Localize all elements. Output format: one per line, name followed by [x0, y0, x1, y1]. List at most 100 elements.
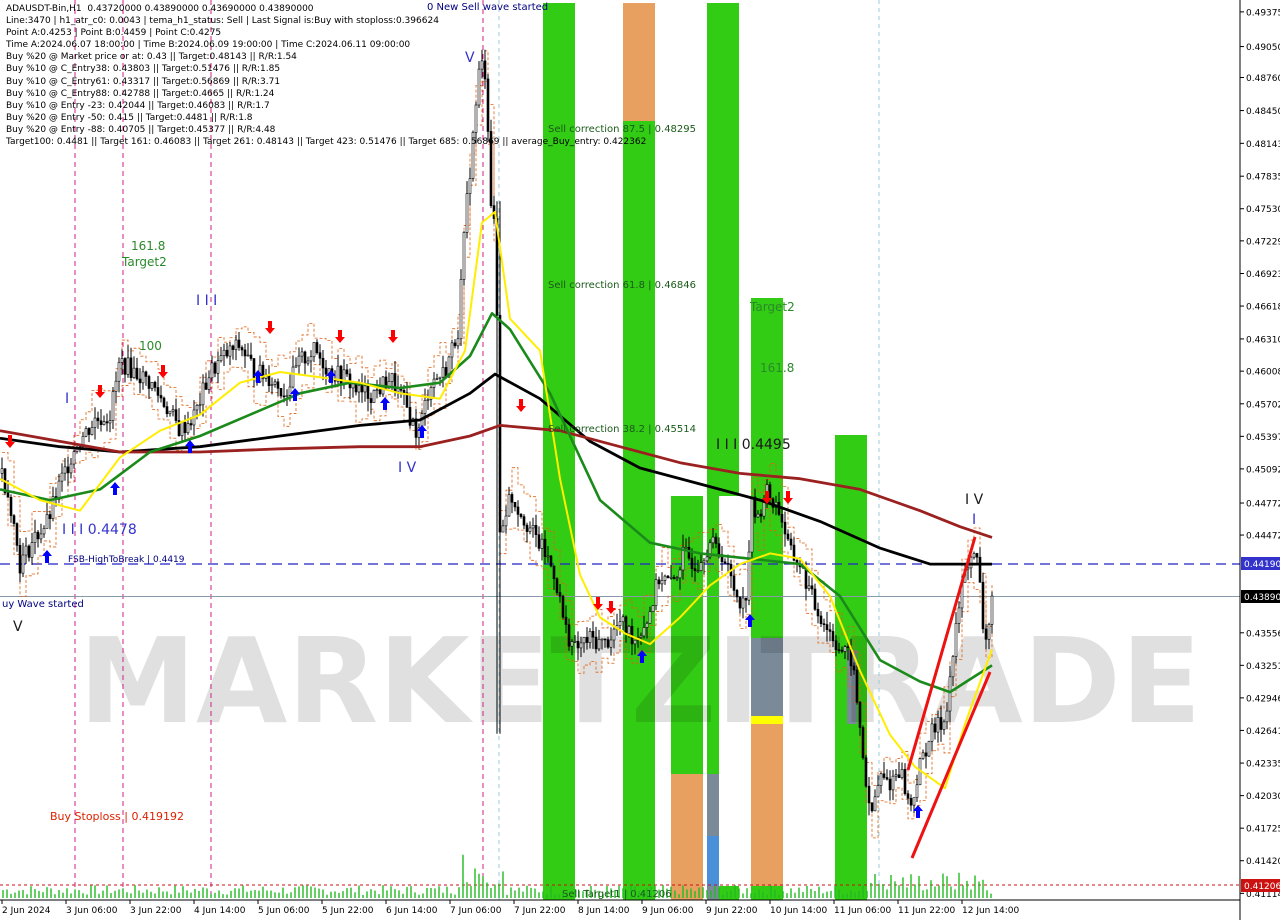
candle-body: [882, 773, 886, 778]
candle-body: [828, 629, 832, 632]
fib-1618-right: 161.8: [760, 361, 794, 375]
candle-body: [621, 616, 625, 623]
candle-body: [930, 723, 934, 742]
candle-body: [735, 590, 739, 598]
candle-body: [744, 597, 748, 601]
candle-body: [873, 796, 877, 812]
candle-body: [924, 752, 928, 757]
candle-body: [150, 381, 154, 389]
time-tick-label: 10 Jun 14:00: [770, 906, 827, 916]
candle-body: [234, 339, 238, 350]
candle-body: [99, 420, 103, 425]
candle-body: [312, 342, 316, 358]
candle-body: [549, 555, 553, 567]
sell-correction-875-label: Sell correction 87.5 | 0.48295: [548, 124, 696, 135]
candle-body: [576, 640, 580, 649]
candle-body: [138, 378, 142, 384]
price-tick-label: 0.47229: [1246, 237, 1280, 247]
candle-body: [159, 395, 163, 399]
candle-body: [942, 721, 946, 730]
candle-body: [876, 785, 880, 798]
candle-body: [525, 524, 529, 532]
candle-body: [342, 369, 346, 385]
candle-body: [483, 60, 487, 80]
candle-body: [831, 631, 835, 642]
candle-body: [30, 542, 34, 558]
candle-body: [936, 717, 940, 733]
candle-body: [738, 596, 742, 609]
candle-body: [717, 543, 721, 555]
candle-body: [870, 802, 874, 812]
candle-body: [66, 466, 70, 474]
candle-body: [153, 381, 157, 388]
candle-body: [126, 357, 130, 375]
candle-body: [921, 752, 925, 759]
price-tick-label: 0.42946: [1246, 694, 1280, 704]
candle-body: [861, 727, 865, 759]
candle-body: [816, 609, 820, 617]
candle-body: [852, 665, 856, 671]
candle-body: [624, 616, 628, 635]
candle-body: [21, 554, 25, 574]
candle-body: [555, 578, 559, 593]
candle-body: [885, 777, 889, 780]
candle-body: [15, 523, 19, 546]
candle-body: [270, 384, 274, 386]
candle-body: [978, 556, 982, 583]
wave-v-top-label: V: [465, 50, 475, 66]
candle-body: [33, 531, 37, 543]
candle-body: [537, 534, 541, 549]
candle-body: [228, 345, 232, 357]
candle-body: [591, 631, 595, 638]
candle-body: [894, 774, 898, 777]
candle-body: [786, 533, 790, 540]
candle-body: [39, 533, 43, 540]
candle-body: [42, 528, 46, 535]
candle-body: [723, 561, 727, 564]
candle-body: [909, 798, 913, 806]
price-tick-label: 0.42641: [1246, 727, 1280, 737]
candle-body: [393, 373, 397, 393]
candle-body: [468, 178, 472, 194]
candle-body: [678, 569, 682, 579]
wave-v-left-label: V: [13, 619, 23, 635]
candle-body: [471, 132, 475, 179]
candle-body: [606, 639, 610, 648]
candle-body: [705, 556, 709, 562]
candle-body: [198, 404, 202, 407]
candle-body: [789, 538, 793, 546]
candle-body: [354, 383, 358, 393]
price-tick-label: 0.46008: [1246, 368, 1280, 378]
time-tick-label: 3 Jun 06:00: [66, 906, 118, 916]
candle-body: [603, 638, 607, 641]
candle-body: [582, 637, 586, 644]
candle-body: [597, 639, 601, 650]
fib-100-label: 100: [139, 339, 162, 353]
candle-body: [435, 378, 439, 380]
candle-body: [204, 382, 208, 390]
candle-body: [648, 611, 652, 624]
time-tick-label: 9 Jun 06:00: [642, 906, 694, 916]
candle-body: [654, 579, 658, 606]
candle-body: [846, 646, 850, 648]
candle-body: [972, 553, 976, 558]
candle-body: [183, 421, 187, 434]
target2-right: Target2: [749, 300, 795, 314]
price-tick-label: 0.47835: [1246, 173, 1280, 183]
candle-body: [912, 797, 916, 806]
candle-body: [108, 420, 112, 424]
candle-body: [711, 536, 715, 544]
candle-body: [96, 417, 100, 422]
candle-body: [339, 365, 343, 385]
candle-body: [513, 501, 517, 508]
zone-rect: [543, 3, 575, 900]
candle-body: [585, 637, 589, 643]
price-chart[interactable]: MARKETZITRADE 0 New Sell wave started uy…: [0, 0, 1280, 920]
candle-body: [189, 423, 193, 426]
candle-body: [288, 386, 292, 396]
candle-body: [225, 349, 229, 357]
candle-body: [612, 628, 616, 641]
price-tick-label: 0.48760: [1246, 74, 1280, 84]
candle-body: [660, 580, 664, 585]
candle-body: [372, 389, 376, 403]
